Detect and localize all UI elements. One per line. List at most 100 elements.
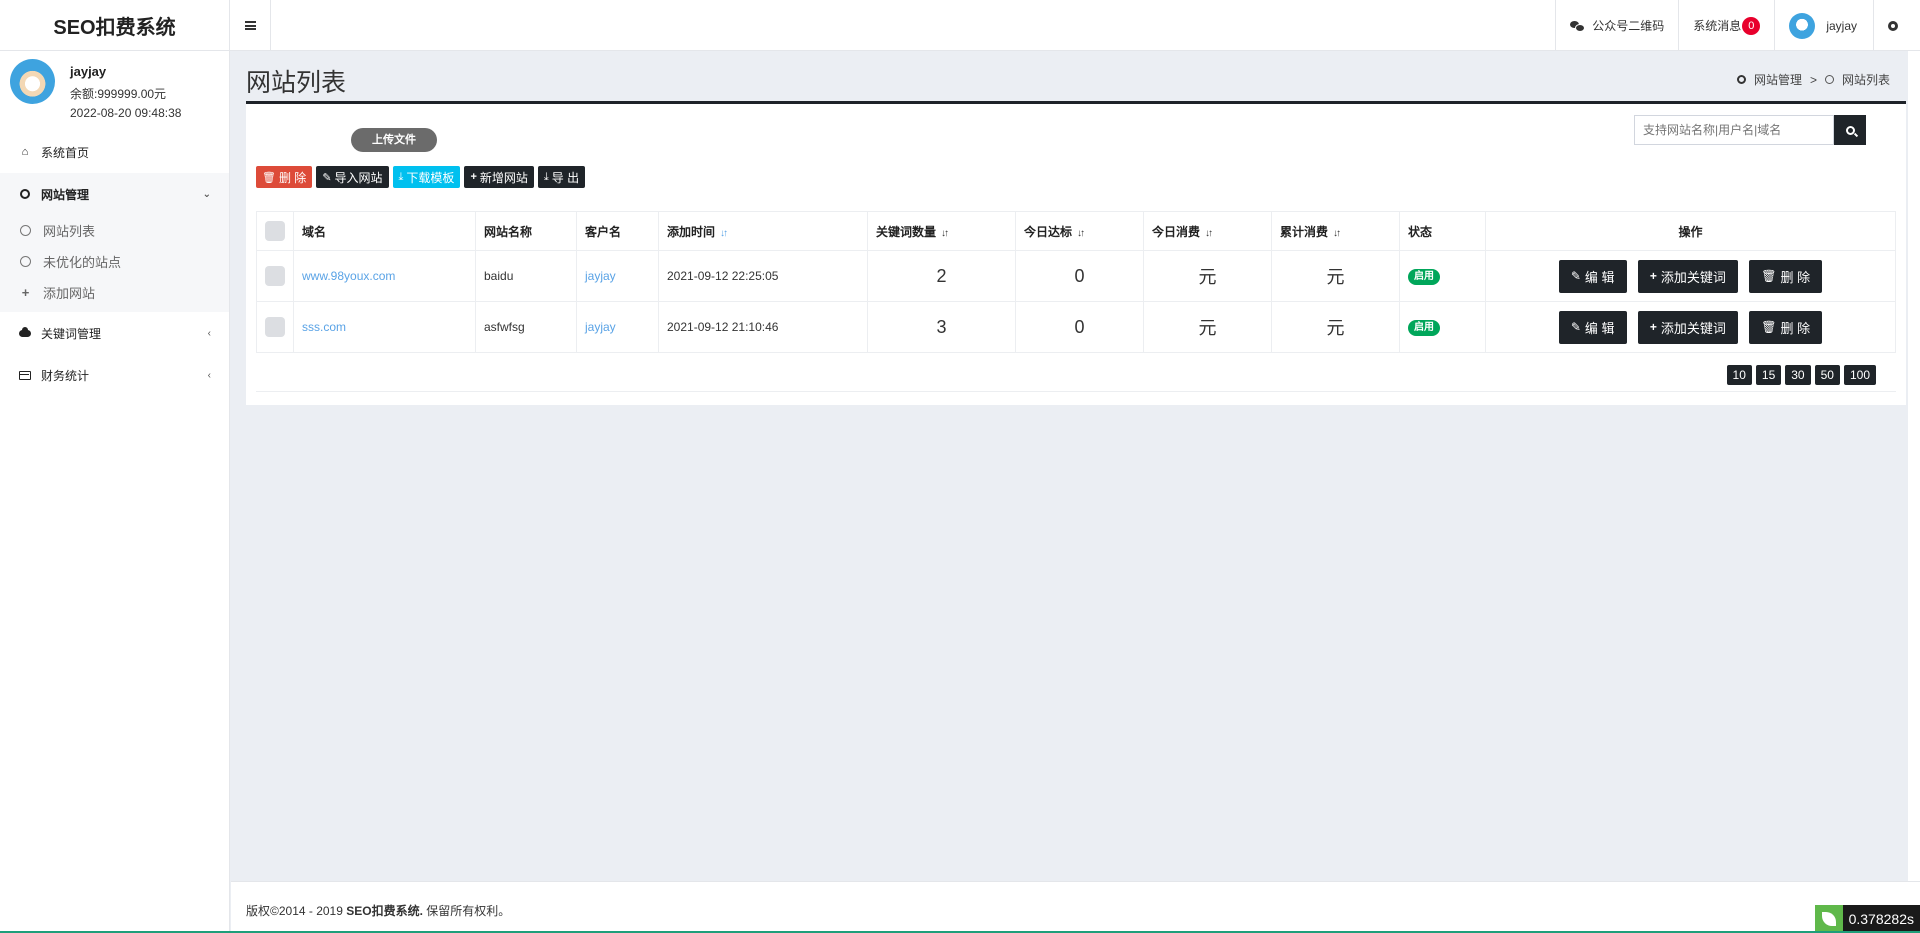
add-label: 新增网站 [479, 170, 528, 185]
circle-icon [1736, 75, 1746, 84]
sort-icon: ↓↑ [1077, 227, 1085, 239]
sidebar-item-label: 未优化的站点 [43, 255, 122, 270]
debug-timer[interactable]: 0.378282s [1814, 905, 1920, 933]
export-button[interactable]: ⤓ 导 出 [537, 166, 586, 188]
delete-label: 删 除 [278, 170, 307, 185]
status-badge[interactable]: 启用 [1408, 268, 1440, 285]
sort-icon: ↓↑ [720, 227, 728, 239]
search-box [1634, 115, 1866, 145]
cell-domain: sss.com [293, 301, 476, 353]
settings-button[interactable] [1873, 0, 1910, 51]
cloud-icon [18, 326, 32, 337]
customer-link[interactable]: jayjay [585, 320, 616, 334]
cell-customer: jayjay [576, 301, 659, 353]
system-messages-button[interactable]: 系统消息 0 [1678, 0, 1774, 51]
avatar [10, 59, 55, 104]
header-label: 关键词数量 [876, 224, 937, 239]
copyright-brand: SEO扣费系统. [346, 904, 423, 918]
add-site-button[interactable]: + 新增网站 [464, 166, 534, 188]
cell-keyword-count[interactable]: 2 [867, 250, 1016, 302]
upload-file-button[interactable]: 上传文件 [351, 128, 437, 152]
header-added-time[interactable]: 添加时间 ↓↑ [658, 211, 868, 251]
header-label: 添加时间 [667, 224, 716, 239]
header-site-name: 网站名称 [475, 211, 577, 251]
search-icon [1845, 125, 1855, 135]
edit-button[interactable]: ✎ 编 辑 [1558, 310, 1627, 344]
cell-today-ok: 0 [1015, 250, 1144, 302]
messages-label: 系统消息 [1693, 19, 1742, 33]
header-total-cost[interactable]: 累计消费 ↓↑ [1271, 211, 1400, 251]
messages-count-badge: 0 [1742, 16, 1761, 35]
chevron-down-icon: ⌄ [202, 188, 211, 200]
sidebar-item-finance[interactable]: 财务统计 ‹ [0, 354, 229, 396]
status-badge[interactable]: 启用 [1408, 319, 1440, 336]
cell-site-name: baidu [475, 250, 577, 302]
sidebar-item-add-site[interactable]: + 添加网站 [0, 277, 229, 308]
export-label: 导 出 [551, 170, 580, 185]
top-header: SEO扣费系统 公众号二维码 系统消息 0 jayjay [0, 0, 1920, 51]
sidebar: jayjay 余额:999999.00元 2022-08-20 09:48:38… [0, 51, 230, 933]
sidebar-item-unoptimized-sites[interactable]: 未优化的站点 [0, 246, 229, 277]
delete-row-button[interactable]: 🗑 删 除 [1749, 259, 1823, 293]
trash-icon: 🗑 [1761, 320, 1777, 334]
page-size-50[interactable]: 50 [1814, 365, 1840, 385]
import-sites-button[interactable]: ✎ 导入网站 [316, 166, 389, 188]
gear-icon [1888, 20, 1898, 31]
domain-link[interactable]: sss.com [302, 320, 346, 334]
page-size-30[interactable]: 30 [1785, 365, 1811, 385]
site-table: 域名 网站名称 客户名 添加时间 ↓↑ 关键词数量 ↓↑ 今日达标 ↓↑ 今日消费 ↓↑… [256, 211, 1896, 353]
table-row: sss.com asfwfsg jayjay 2021-09-12 21:10:… [256, 301, 1896, 353]
breadcrumb-site-management[interactable]: 网站管理 [1754, 71, 1802, 88]
search-input[interactable] [1634, 115, 1834, 145]
brand-logo[interactable]: SEO扣费系统 [0, 0, 230, 51]
delete-label: 删 除 [1780, 320, 1811, 336]
select-all-checkbox[interactable] [265, 221, 285, 241]
scrollbar[interactable] [1908, 51, 1920, 931]
cell-total-cost: 元 [1271, 301, 1400, 353]
circle-icon [20, 225, 31, 236]
delete-button[interactable]: 🗑 删 除 [256, 166, 313, 188]
edit-button[interactable]: ✎ 编 辑 [1558, 259, 1627, 293]
header-keyword-count[interactable]: 关键词数量 ↓↑ [867, 211, 1016, 251]
page-size-15[interactable]: 15 [1755, 365, 1782, 385]
avatar [1789, 12, 1816, 39]
add-keyword-button[interactable]: + 添加关键词 [1637, 310, 1738, 344]
sidebar-item-label: 财务统计 [41, 368, 90, 383]
trash-icon: 🗑 [1761, 269, 1777, 283]
footer: 版权©2014 - 2019 SEO扣费系统. 保留所有权利。 0.378282… [231, 881, 1920, 933]
leaf-icon [1814, 905, 1843, 933]
header-today-cost[interactable]: 今日消费 ↓↑ [1143, 211, 1272, 251]
circle-icon [18, 189, 32, 199]
sidebar-toggle-button[interactable] [230, 0, 271, 51]
header-actions: 操作 [1485, 211, 1896, 251]
circle-icon [20, 256, 31, 267]
breadcrumb-site-list: 网站列表 [1841, 73, 1890, 87]
row-checkbox[interactable] [265, 266, 285, 286]
edit-icon: ✎ [1570, 269, 1581, 283]
search-button[interactable] [1834, 115, 1866, 145]
sidebar-item-home[interactable]: ⌂ 系统首页 [0, 131, 229, 173]
sidebar-item-keyword-management[interactable]: 关键词管理 ‹ [0, 312, 229, 354]
sidebar-item-site-list[interactable]: 网站列表 [0, 215, 229, 246]
delete-row-button[interactable]: 🗑 删 除 [1749, 310, 1823, 344]
chevron-left-icon: ‹ [207, 369, 211, 381]
row-checkbox[interactable] [265, 317, 285, 337]
page-title: 网站列表 [246, 69, 347, 97]
wechat-qrcode-button[interactable]: 公众号二维码 [1555, 0, 1678, 51]
page-size-100[interactable]: 100 [1843, 365, 1876, 385]
header-status: 状态 [1399, 211, 1486, 251]
plus-icon: + [1649, 320, 1657, 334]
site-list-panel: 上传文件 🗑 删 除 ✎ 导入网站 ⤓ 下载模板 + 新增网站 ⤓ 导 出 支持… [246, 101, 1906, 405]
row-select-cell [256, 250, 294, 302]
page-size-selector: 10 15 30 50 100 [1726, 365, 1876, 385]
page-size-10[interactable]: 10 [1726, 365, 1752, 385]
domain-link[interactable]: www.98youx.com [302, 269, 395, 283]
sidebar-item-site-management[interactable]: 网站管理 ⌄ [0, 173, 229, 215]
cell-keyword-count[interactable]: 3 [867, 301, 1016, 353]
user-menu[interactable]: jayjay [1774, 0, 1873, 51]
customer-link[interactable]: jayjay [585, 269, 616, 283]
header-today-ok[interactable]: 今日达标 ↓↑ [1015, 211, 1144, 251]
add-keyword-button[interactable]: + 添加关键词 [1637, 259, 1738, 293]
cell-actions: ✎ 编 辑 + 添加关键词 🗑 删 除 [1485, 301, 1896, 353]
download-template-button[interactable]: ⤓ 下载模板 [392, 166, 461, 188]
